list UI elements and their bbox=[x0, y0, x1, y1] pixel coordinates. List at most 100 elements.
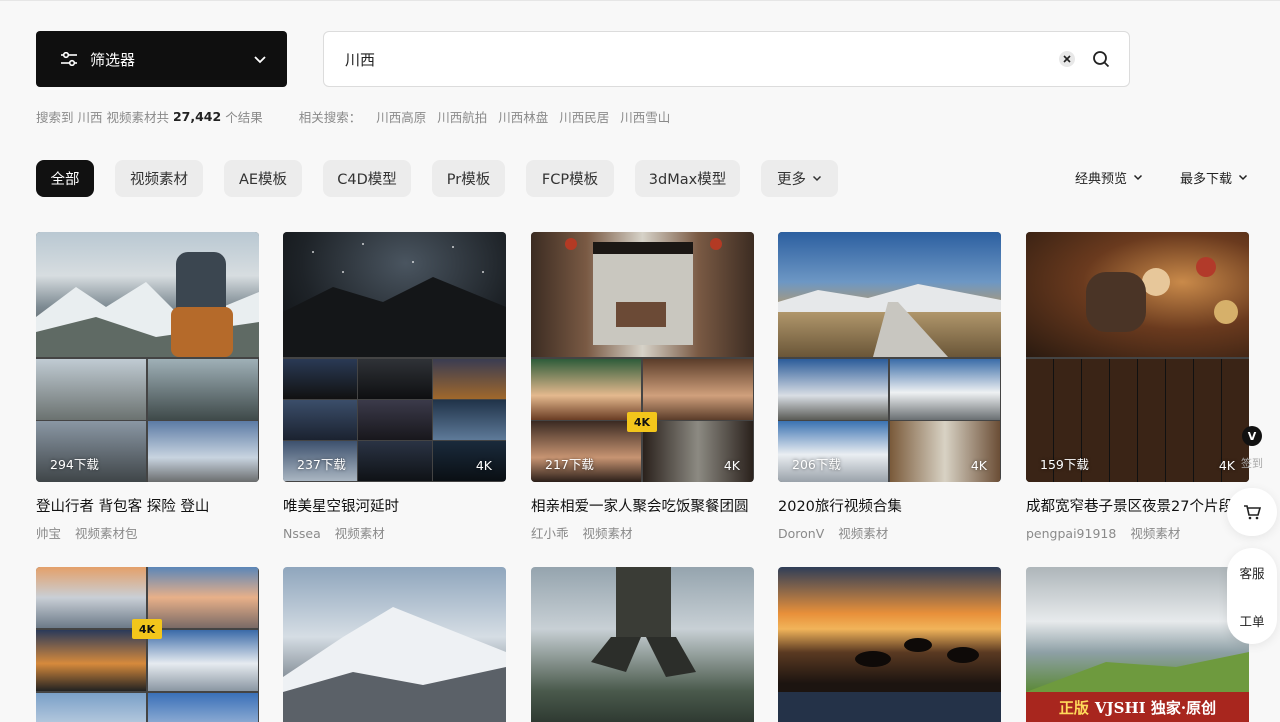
tab-label: 全部 bbox=[50, 172, 80, 188]
card-thumbnail[interactable]: 4K bbox=[36, 567, 259, 722]
card-thumbnail[interactable] bbox=[283, 567, 506, 722]
download-count: 237下载 bbox=[297, 457, 346, 472]
hiker-legs-scene bbox=[591, 567, 696, 677]
result-suffix: 个结果 bbox=[225, 110, 263, 125]
thumbnail-cell bbox=[36, 567, 146, 628]
snow-mountain-scene bbox=[283, 607, 506, 722]
resolution-label: 4K bbox=[723, 458, 740, 473]
thumbnail-cell bbox=[643, 359, 753, 420]
download-count: 159下载 bbox=[1040, 457, 1089, 472]
card-author[interactable]: 红小乖 bbox=[531, 526, 569, 541]
thumbnail-cell bbox=[148, 359, 258, 420]
filter-button[interactable]: 筛选器 bbox=[36, 31, 287, 87]
card-author[interactable]: Nssea bbox=[283, 526, 321, 541]
asset-card[interactable]: 159下载 4K 成都宽窄巷子景区夜景27个片段 pengpai91918 视频… bbox=[1026, 232, 1249, 542]
thumbnail-cell bbox=[36, 630, 146, 691]
thumbnail-image bbox=[36, 232, 259, 357]
tab-all[interactable]: 全部 bbox=[36, 160, 94, 197]
cart-icon bbox=[1244, 505, 1261, 520]
card-thumbnail[interactable]: 正版 VJSHI 独家·原创 bbox=[1026, 567, 1249, 722]
courtyard-scene bbox=[565, 238, 722, 345]
chevron-down-icon bbox=[254, 55, 266, 63]
tab-c4d[interactable]: C4D模型 bbox=[323, 160, 411, 197]
asset-card[interactable]: 4K bbox=[36, 567, 259, 722]
thumbnail-cell bbox=[433, 400, 506, 440]
ticket-label: 工单 bbox=[1239, 613, 1265, 629]
card-thumbnail[interactable]: 237下载 4K bbox=[283, 232, 506, 482]
card-title[interactable]: 2020旅行视频合集 bbox=[778, 495, 1001, 516]
asset-card[interactable]: 4K 217下载 4K 相亲相爱一家人聚会吃饭聚餐团圆 红小乖 视频素材 bbox=[531, 232, 754, 542]
card-meta: Nssea 视频素材 bbox=[283, 523, 506, 542]
chevron-down-icon bbox=[1133, 174, 1143, 181]
card-author[interactable]: DoronV bbox=[778, 526, 824, 541]
asset-card[interactable] bbox=[531, 567, 754, 722]
card-thumbnail[interactable] bbox=[531, 567, 754, 722]
thumbnail-cell bbox=[148, 567, 258, 628]
card-author[interactable]: pengpai91918 bbox=[1026, 526, 1116, 541]
related-tag[interactable]: 川西林盘 bbox=[498, 107, 548, 126]
thumbnail-cell bbox=[283, 359, 357, 399]
thumbnail-cell bbox=[36, 693, 146, 722]
related-tag[interactable]: 川西民居 bbox=[559, 107, 609, 126]
service-panel: 客服 工单 bbox=[1227, 548, 1277, 644]
result-prefix: 搜索到 川西 视频素材共 bbox=[36, 110, 169, 125]
vip-badge[interactable]: V bbox=[1242, 426, 1262, 446]
related-label: 相关搜索： bbox=[298, 110, 362, 125]
asset-card[interactable]: 正版 VJSHI 独家·原创 bbox=[1026, 567, 1249, 722]
thumbnail-image bbox=[778, 232, 1001, 357]
card-author[interactable]: 帅宝 bbox=[36, 526, 61, 541]
card-type: 视频素材 bbox=[1130, 526, 1181, 541]
asset-card[interactable]: 237下载 4K 唯美星空银河延时 Nssea 视频素材 bbox=[283, 232, 506, 542]
sliders-icon bbox=[61, 52, 77, 66]
tab-more[interactable]: 更多 bbox=[761, 160, 838, 197]
checkin-label[interactable]: 签到 bbox=[1241, 455, 1263, 471]
clear-search-button[interactable] bbox=[1059, 51, 1075, 67]
cart-button[interactable] bbox=[1227, 488, 1277, 536]
related-tag[interactable]: 川西航拍 bbox=[437, 107, 487, 126]
result-count: 27,442 bbox=[172, 109, 222, 124]
card-thumbnail[interactable]: 206下载 4K bbox=[778, 232, 1001, 482]
tab-video[interactable]: 视频素材 bbox=[115, 160, 203, 197]
related-tag[interactable]: 川西雪山 bbox=[620, 107, 670, 126]
asset-card[interactable]: 206下载 4K 2020旅行视频合集 DoronV 视频素材 bbox=[778, 232, 1001, 542]
card-title[interactable]: 登山行者 背包客 探险 登山 bbox=[36, 495, 259, 516]
close-icon bbox=[1063, 55, 1071, 63]
card-thumbnail[interactable]: 294下载 bbox=[36, 232, 259, 482]
card-meta: 帅宝 视频素材包 bbox=[36, 523, 259, 542]
tab-ae[interactable]: AE模板 bbox=[224, 160, 302, 197]
card-thumbnail[interactable]: 159下载 4K bbox=[1026, 232, 1249, 482]
starry-sky-scene bbox=[283, 243, 506, 357]
card-type: 视频素材 bbox=[838, 526, 889, 541]
banner-text-a: 正版 bbox=[1058, 698, 1089, 717]
asset-card[interactable] bbox=[778, 567, 1001, 722]
chevron-down-icon bbox=[1238, 174, 1248, 181]
thumbnail-cell bbox=[358, 441, 432, 481]
thumbnail-cell bbox=[283, 400, 357, 440]
search-button[interactable] bbox=[1091, 49, 1111, 69]
tab-pr[interactable]: Pr模板 bbox=[432, 160, 505, 197]
category-tabs: 全部 视频素材 AE模板 C4D模型 Pr模板 FCP模板 3dMax模型 更多 bbox=[36, 160, 838, 197]
sort-order-dropdown[interactable]: 最多下载 bbox=[1180, 168, 1248, 187]
card-title[interactable]: 唯美星空银河延时 bbox=[283, 495, 506, 516]
thumbnail-cell bbox=[358, 359, 432, 399]
card-thumbnail[interactable] bbox=[778, 567, 1001, 722]
customer-service-label: 客服 bbox=[1239, 565, 1265, 581]
preview-mode-dropdown[interactable]: 经典预览 bbox=[1075, 168, 1143, 187]
lake-sunset-scene bbox=[778, 638, 1001, 722]
tab-label: 视频素材 bbox=[130, 172, 188, 188]
customer-service-button[interactable]: 客服 bbox=[1227, 548, 1277, 596]
search-input[interactable] bbox=[345, 50, 1059, 68]
tab-3dmax[interactable]: 3dMax模型 bbox=[635, 160, 740, 197]
resolution-label: 4K bbox=[970, 458, 987, 473]
card-thumbnail[interactable]: 4K 217下载 4K bbox=[531, 232, 754, 482]
card-type: 视频素材包 bbox=[75, 526, 138, 541]
ticket-button[interactable]: 工单 bbox=[1227, 596, 1277, 644]
related-tag[interactable]: 川西高原 bbox=[376, 107, 426, 126]
card-title[interactable]: 成都宽窄巷子景区夜景27个片段 bbox=[1026, 495, 1249, 516]
thumbnail-image bbox=[283, 232, 506, 357]
thumbnail-image bbox=[531, 232, 754, 357]
asset-card[interactable] bbox=[283, 567, 506, 722]
card-title[interactable]: 相亲相爱一家人聚会吃饭聚餐团圆 bbox=[531, 495, 754, 516]
tab-fcp[interactable]: FCP模板 bbox=[526, 160, 614, 197]
asset-card[interactable]: 294下载 登山行者 背包客 探险 登山 帅宝 视频素材包 bbox=[36, 232, 259, 542]
